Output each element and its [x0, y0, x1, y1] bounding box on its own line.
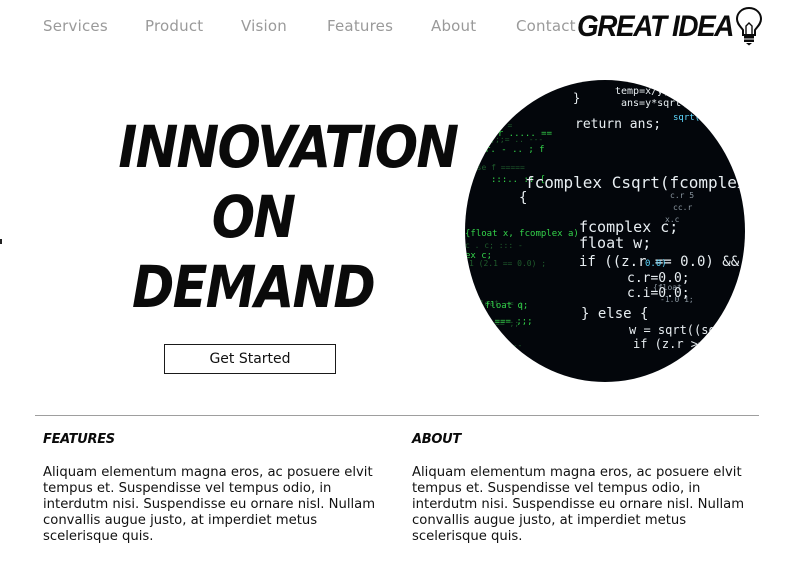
hero-title-line-2: ON	[211, 183, 296, 251]
svg-text:if (z.r >= 0.0) {: if (z.r >= 0.0) {	[633, 337, 745, 351]
nav-item-services[interactable]: Services	[43, 17, 108, 35]
main-nav: Services Product Vision Features About C…	[0, 17, 580, 37]
svg-text:float q;: float q;	[485, 301, 528, 311]
nav-item-product[interactable]: Product	[145, 17, 203, 35]
nav-item-vision[interactable]: Vision	[241, 17, 287, 35]
brand-logo-text: GREAT IDEA	[577, 10, 734, 43]
svg-text:temp=x/y;: temp=x/y;	[615, 86, 669, 97]
svg-text:float w;: float w;	[579, 234, 651, 252]
brand-logo[interactable]: GREAT IDEA	[577, 6, 767, 46]
svg-text:w = sqrt((sqrt(z.r: w = sqrt((sqrt(z.r	[629, 323, 745, 337]
svg-text:ans=y*sqrt(1.0+temp*: ans=y*sqrt(1.0+temp*	[621, 98, 741, 109]
svg-text:ex c;: ex c;	[465, 251, 492, 261]
svg-text:for ..... ==: for ..... ==	[487, 129, 553, 139]
get-started-button[interactable]: Get Started	[164, 344, 336, 374]
features-section: FEATURES Aliquam elementum magna eros, a…	[43, 432, 388, 545]
svg-text:cc.r: cc.r	[673, 203, 692, 212]
svg-text:>>: >>	[495, 113, 506, 123]
svg-text:fcomplex Csqrt(fcomplex z): fcomplex Csqrt(fcomplex z)	[525, 173, 745, 192]
svg-text:sqrt(1.0+temp*: sqrt(1.0+temp*	[673, 113, 745, 123]
svg-text:{: {	[519, 190, 527, 206]
svg-text:return ans;: return ans;	[575, 117, 661, 132]
nav-item-features[interactable]: Features	[327, 17, 393, 35]
svg-text:..::.. --: ..::.. --	[479, 341, 522, 350]
svg-text:=== === ;;;: === === ;;;	[473, 317, 533, 327]
svg-text:r. - .. ; f: r. - .. ; f	[485, 145, 545, 155]
svg-text:{float x, fcomplex a): {float x, fcomplex a)	[465, 229, 579, 239]
svg-text:c.r=0.0;: c.r=0.0;	[627, 271, 690, 286]
hero-title-line-1: INNOVATION	[118, 113, 459, 181]
nav-item-contact[interactable]: Contact	[516, 17, 576, 35]
hero-title-line-3: DEMAND	[131, 253, 376, 321]
svg-text:c . c; ::: -: c . c; ::: -	[465, 241, 523, 250]
about-heading: ABOUT	[412, 432, 461, 447]
about-section: ABOUT Aliquam elementum magna eros, ac p…	[412, 432, 757, 545]
svg-text:c.r 5: c.r 5	[670, 191, 694, 200]
features-heading: FEATURES	[43, 432, 115, 447]
lightbulb-icon	[735, 6, 763, 46]
section-divider	[35, 415, 759, 416]
svg-text:0.0): 0.0)	[645, 259, 667, 269]
hero-title: INNOVATION ON DEMAND	[100, 112, 459, 322]
svg-text:c.i=0.0;: c.i=0.0;	[627, 286, 690, 301]
svg-text:} else {: } else {	[581, 306, 648, 322]
features-body: Aliquam elementum magna eros, ac posuere…	[43, 465, 376, 544]
code-screen-image: < > < - = ::: ;;;= .. --- else f ===== c…	[465, 80, 745, 382]
about-body: Aliquam elementum magna eros, ac posuere…	[412, 465, 745, 544]
svg-text:}: }	[573, 91, 580, 105]
svg-text:else f =====: else f =====	[467, 163, 525, 172]
nav-item-about[interactable]: About	[431, 17, 476, 35]
edge-marker	[0, 239, 2, 244]
